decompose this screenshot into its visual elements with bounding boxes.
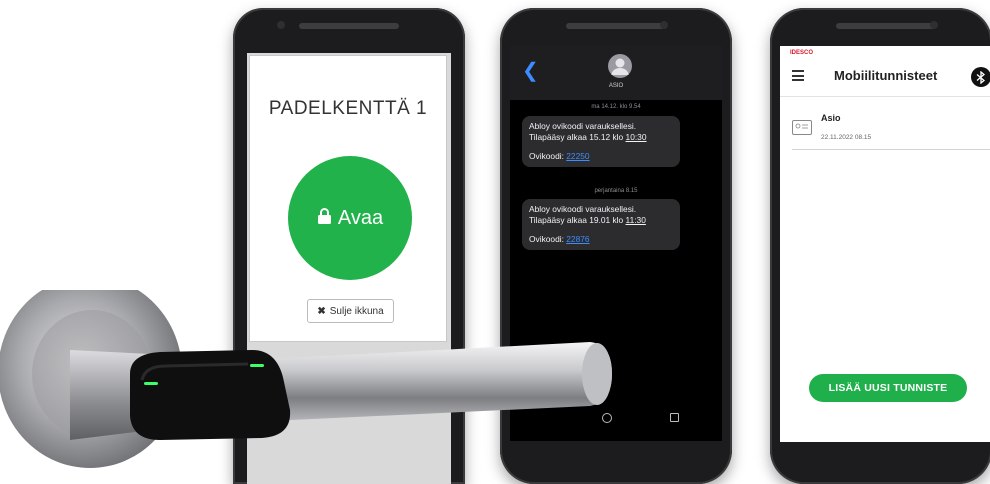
message-timestamp: ma 14.12. klo 9.54 xyxy=(591,104,641,110)
message-line: Ovikoodi: 22876 xyxy=(529,234,673,245)
credential-date: 22.11.2022 08.15 xyxy=(821,134,872,141)
brand-logo: IDESCO xyxy=(790,50,814,56)
front-camera xyxy=(277,21,285,29)
message-line: Tilapääsy alkaa 19.01 klo 11:30 xyxy=(529,215,673,226)
code-label: Ovikoodi: xyxy=(529,234,567,244)
message-time: 11:30 xyxy=(625,215,646,225)
message-text: Tilapääsy alkaa 15.12 klo xyxy=(529,132,626,142)
hamburger-menu-icon[interactable] xyxy=(792,70,804,84)
message-bubble: Abloy ovikoodi varauksellesi. Tilapääsy … xyxy=(522,116,680,167)
door-code-link[interactable]: 22876 xyxy=(566,234,589,244)
open-door-label: Avaa xyxy=(337,206,384,229)
product-composition: PADELKENTTÄ 1 Avaa ✖ Sulje ikkuna ❮ ASIO… xyxy=(0,0,990,484)
list-divider xyxy=(792,149,990,150)
front-camera xyxy=(660,21,668,29)
id-card-icon xyxy=(792,120,812,135)
court-title: PADELKENTTÄ 1 xyxy=(268,98,428,119)
open-door-button[interactable]: Avaa xyxy=(288,156,412,280)
add-credential-button[interactable]: LISÄÄ UUSI TUNNISTE xyxy=(809,374,967,402)
speaker-grille xyxy=(299,23,399,29)
lock-icon xyxy=(317,207,332,230)
message-line: Abloy ovikoodi varauksellesi. xyxy=(529,121,637,131)
message-line: Tilapääsy alkaa 15.12 klo 10:30 xyxy=(529,132,673,143)
back-chevron-icon[interactable]: ❮ xyxy=(522,58,539,83)
speaker-grille xyxy=(836,23,936,29)
message-line: Abloy ovikoodi varauksellesi. xyxy=(529,204,637,214)
message-text: Tilapääsy alkaa 19.01 klo xyxy=(529,215,626,225)
header-divider xyxy=(780,96,990,97)
contact-name: ASIO xyxy=(608,83,624,89)
bluetooth-icon[interactable] xyxy=(971,67,990,87)
idesco-app-screen: IDESCO Mobiilitunnisteet Asio 22.11.2022… xyxy=(780,46,990,442)
status-led xyxy=(144,382,158,385)
message-time: 10:30 xyxy=(625,132,647,142)
lever-bar xyxy=(250,342,612,422)
message-bubble: Abloy ovikoodi varauksellesi. Tilapääsy … xyxy=(522,199,680,250)
credential-name[interactable]: Asio xyxy=(821,113,841,123)
message-timestamp: perjantaina 8.15 xyxy=(594,188,638,194)
recents-nav-icon[interactable] xyxy=(670,413,679,422)
conversation-header: ❮ ASIO xyxy=(510,46,722,100)
contact-avatar-icon[interactable] xyxy=(608,54,632,78)
message-line: Ovikoodi: 22250 xyxy=(529,151,673,162)
door-handle-image xyxy=(0,290,612,468)
speaker-grille xyxy=(566,23,666,29)
status-led xyxy=(250,364,264,367)
phone-right: IDESCO Mobiilitunnisteet Asio 22.11.2022… xyxy=(770,8,990,484)
code-label: Ovikoodi: xyxy=(529,151,567,161)
page-title: Mobiilitunnisteet xyxy=(834,68,938,83)
front-camera xyxy=(930,21,938,29)
door-code-link[interactable]: 22250 xyxy=(566,151,589,161)
